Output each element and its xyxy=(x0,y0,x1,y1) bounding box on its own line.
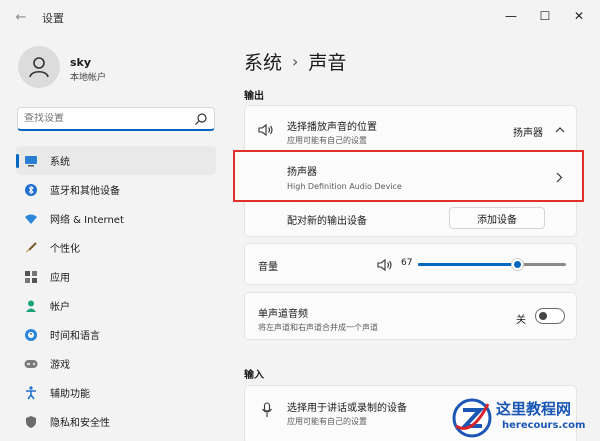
input-choose-row[interactable]: 选择用于讲话或录制的设备 应用可能有自己的设置 xyxy=(287,399,407,427)
breadcrumb: 系统 › 声音 xyxy=(244,48,346,75)
display-icon xyxy=(24,154,38,168)
volume-slider-fill xyxy=(418,263,518,266)
volume-slider-track[interactable] xyxy=(418,258,566,271)
pair-output-label: 配对新的输出设备 xyxy=(287,216,367,227)
sidebar-item-label: 网络 & Internet xyxy=(50,215,124,226)
search-icon[interactable] xyxy=(194,112,208,126)
sidebar-item-label: 辅助功能 xyxy=(50,389,90,400)
mono-audio-subtitle: 将左声道和右声道合并成一个声道 xyxy=(258,323,378,332)
volume-value: 67 xyxy=(401,258,413,268)
input-heading: 输入 xyxy=(244,370,264,381)
user-icon xyxy=(29,57,49,78)
device-name: 扬声器 xyxy=(287,167,317,178)
sidebar-item-apps[interactable]: 应用 xyxy=(16,262,216,291)
output-choose-subtitle: 应用可能有自己的设置 xyxy=(287,136,367,145)
input-choose-title: 选择用于讲话或录制的设备 xyxy=(287,403,407,414)
page-title: 声音 xyxy=(308,52,347,74)
output-choose-row[interactable]: 选择播放声音的位置 应用可能有自己的设置 扬声器 xyxy=(245,106,576,152)
user-name: sky xyxy=(70,56,92,69)
sidebar-item-label: 蓝牙和其他设备 xyxy=(50,186,120,197)
search-box[interactable] xyxy=(17,107,215,131)
sidebar-item-label: 帐户 xyxy=(50,302,70,313)
sidebar-item-gaming[interactable]: 游戏 xyxy=(16,349,216,378)
gamepad-icon xyxy=(24,357,38,371)
sidebar-item-label: 个性化 xyxy=(50,244,80,255)
wifi-icon xyxy=(24,212,38,226)
output-heading: 输出 xyxy=(244,91,264,102)
watermark-text: 这里教程网 xyxy=(496,400,572,418)
sidebar-item-label: 应用 xyxy=(50,273,70,284)
device-description: High Definition Audio Device xyxy=(287,182,402,191)
close-button[interactable]: ✕ xyxy=(562,4,596,28)
account-type: 本地帐户 xyxy=(70,73,107,83)
sidebar-nav: 系统 蓝牙和其他设备 网络 & Internet 个性化 应用 帐户 时间和语言… xyxy=(16,146,216,436)
output-choose-title: 选择播放声音的位置 xyxy=(287,122,377,133)
z-logo-icon xyxy=(452,398,492,438)
mono-audio-card: 单声道音频 将左声道和右声道合并成一个声道 关 xyxy=(244,292,577,340)
sidebar-item-accounts[interactable]: 帐户 xyxy=(16,291,216,320)
mono-audio-title: 单声道音频 xyxy=(258,309,308,320)
output-selected-device: 扬声器 xyxy=(513,128,543,139)
sidebar-item-personalization[interactable]: 个性化 xyxy=(16,233,216,262)
mono-audio-state: 关 xyxy=(516,315,526,326)
title-bar: ← 设置 — ☐ ✕ xyxy=(0,0,600,34)
sidebar-item-bluetooth[interactable]: 蓝牙和其他设备 xyxy=(16,175,216,204)
globe-clock-icon xyxy=(24,328,38,342)
apps-icon xyxy=(24,270,38,284)
speaker-device-row[interactable]: 扬声器 High Definition Audio Device xyxy=(233,150,584,202)
back-button[interactable]: ← xyxy=(12,9,30,25)
sidebar-item-privacy[interactable]: 隐私和安全性 xyxy=(16,407,216,436)
input-choose-subtitle: 应用可能有自己的设置 xyxy=(287,417,367,426)
sidebar-item-accessibility[interactable]: 辅助功能 xyxy=(16,378,216,407)
chevron-up-icon[interactable] xyxy=(555,126,565,133)
volume-icon[interactable] xyxy=(377,258,393,272)
volume-slider-thumb[interactable] xyxy=(510,258,524,271)
sidebar-item-label: 时间和语言 xyxy=(50,331,100,342)
sidebar-item-label: 隐私和安全性 xyxy=(50,418,110,429)
accessibility-icon xyxy=(24,385,38,400)
breadcrumb-separator: › xyxy=(292,52,299,71)
sidebar-item-network[interactable]: 网络 & Internet xyxy=(16,204,216,233)
sidebar-item-label: 游戏 xyxy=(50,360,70,371)
sidebar-item-system[interactable]: 系统 xyxy=(16,146,216,175)
avatar[interactable] xyxy=(18,46,60,88)
maximize-button[interactable]: ☐ xyxy=(528,4,562,28)
account-icon xyxy=(24,299,38,313)
add-device-button[interactable]: 添加设备 xyxy=(449,207,545,229)
watermark-logo: 这里教程网 herecours.com xyxy=(450,396,600,441)
watermark-url: herecours.com xyxy=(502,420,586,431)
pair-output-row: 配对新的输出设备 添加设备 xyxy=(245,201,576,237)
sidebar-item-label: 系统 xyxy=(50,157,70,168)
volume-card: 音量 67 xyxy=(244,243,577,285)
brush-icon xyxy=(24,241,38,255)
shield-icon xyxy=(24,415,38,429)
microphone-icon xyxy=(262,402,272,417)
search-input[interactable] xyxy=(24,113,184,124)
volume-label: 音量 xyxy=(258,262,278,273)
app-title: 设置 xyxy=(42,12,64,25)
sidebar-item-time-language[interactable]: 时间和语言 xyxy=(16,320,216,349)
bluetooth-icon xyxy=(24,183,38,197)
minimize-button[interactable]: — xyxy=(494,4,528,28)
mono-audio-toggle[interactable] xyxy=(535,308,565,324)
breadcrumb-parent[interactable]: 系统 xyxy=(244,48,282,75)
speaker-icon xyxy=(258,123,273,137)
chevron-right-icon xyxy=(556,172,563,183)
